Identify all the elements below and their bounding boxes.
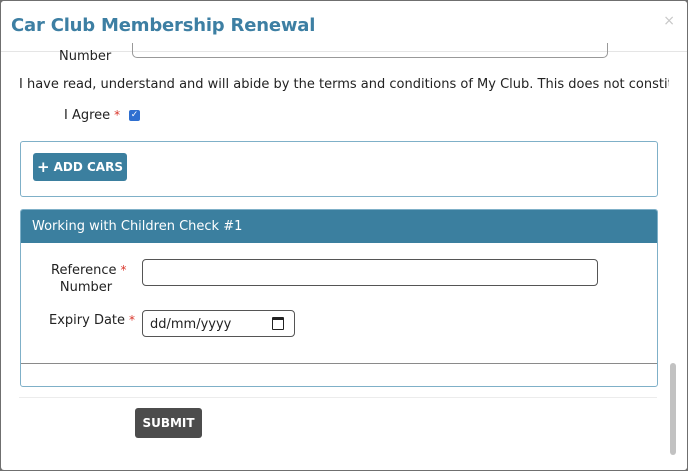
calendar-icon[interactable] bbox=[272, 317, 284, 330]
add-cars-label: ADD CARS bbox=[53, 160, 123, 174]
submit-button[interactable]: SUBMIT bbox=[135, 408, 202, 438]
reference-label-line2: Number bbox=[59, 280, 113, 295]
footer-divider bbox=[19, 397, 657, 398]
agree-label: I Agree * bbox=[64, 108, 120, 123]
expiry-date-placeholder: dd/mm/yyyy bbox=[150, 317, 232, 332]
required-marker: * bbox=[120, 263, 127, 277]
reference-label-line1: Reference bbox=[51, 263, 117, 278]
wwcc-panel: Working with Children Check #1 Reference… bbox=[20, 209, 658, 387]
reference-number-label: Reference * Number bbox=[51, 262, 126, 296]
partial-field-label: Number bbox=[59, 49, 112, 64]
renewal-modal: Car Club Membership Renewal × Number I h… bbox=[1, 1, 687, 470]
cars-panel: + ADD CARS bbox=[20, 141, 658, 197]
expiry-date-input[interactable]: dd/mm/yyyy bbox=[142, 310, 295, 337]
add-cars-button[interactable]: + ADD CARS bbox=[33, 153, 127, 181]
panel-divider bbox=[21, 363, 657, 364]
agree-label-text: I Agree bbox=[64, 108, 111, 123]
expiry-label-text: Expiry Date bbox=[49, 313, 126, 328]
plus-icon: + bbox=[37, 158, 50, 176]
required-marker: * bbox=[114, 108, 121, 122]
partial-field-input[interactable] bbox=[132, 43, 608, 58]
reference-number-input[interactable] bbox=[142, 259, 598, 286]
required-marker: * bbox=[129, 313, 136, 327]
terms-text: I have read, understand and will abide b… bbox=[19, 77, 687, 92]
close-icon[interactable]: × bbox=[663, 13, 675, 29]
agree-checkbox[interactable]: ✓ bbox=[129, 110, 140, 121]
wwcc-heading: Working with Children Check #1 bbox=[21, 210, 657, 243]
modal-title: Car Club Membership Renewal bbox=[11, 15, 316, 36]
expiry-date-label: Expiry Date * bbox=[49, 312, 135, 329]
modal-body[interactable]: Number I have read, understand and will … bbox=[1, 43, 687, 470]
scrollbar-thumb[interactable] bbox=[670, 363, 676, 455]
